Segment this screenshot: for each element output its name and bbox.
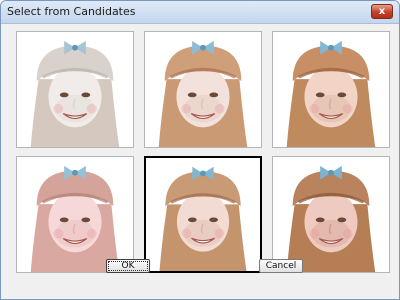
- portrait-bow-knot: [72, 169, 78, 176]
- close-icon: x: [378, 6, 386, 17]
- portrait-bow-knot: [72, 44, 78, 51]
- portrait-image: [158, 40, 248, 147]
- portrait-cheek-right: [86, 103, 97, 114]
- portrait-eye-right: [81, 92, 91, 98]
- candidate-tile-2[interactable]: [144, 31, 262, 148]
- candidate-tile-1[interactable]: [16, 31, 134, 148]
- portrait-cheek-left: [53, 103, 64, 114]
- portrait-cheek-right: [214, 228, 225, 239]
- ok-button[interactable]: OK: [106, 259, 150, 273]
- portrait-eye-right: [209, 217, 218, 223]
- portrait-cheek-left: [181, 228, 192, 239]
- candidate-tile-6[interactable]: [272, 156, 390, 273]
- portrait-bow-knot: [328, 44, 334, 51]
- portrait-eye-right: [209, 92, 219, 98]
- candidate-tile-3[interactable]: [272, 31, 390, 148]
- portrait-eye-right: [337, 92, 347, 98]
- portrait-image: [286, 40, 376, 147]
- portrait-eye-left: [315, 217, 325, 223]
- portrait-cheek-left: [53, 228, 64, 239]
- portrait-cheek-right: [86, 228, 97, 239]
- portrait-eye-right: [337, 217, 347, 223]
- candidate-tile-5[interactable]: [144, 156, 262, 273]
- portrait-eye-left: [59, 92, 69, 98]
- portrait-image: [286, 165, 376, 272]
- portrait-cheek-left: [309, 228, 320, 239]
- portrait-image: [159, 166, 247, 271]
- portrait-cheek-right: [342, 228, 353, 239]
- portrait-eye-right: [81, 217, 91, 223]
- portrait-cheek-left: [181, 103, 192, 114]
- portrait-cheek-right: [342, 103, 353, 114]
- candidate-tile-4[interactable]: [16, 156, 134, 273]
- dialog-title: Select from Candidates: [7, 5, 136, 18]
- select-candidates-dialog: Select from Candidates x OK Cancel: [0, 0, 400, 300]
- portrait-image: [30, 165, 120, 272]
- cancel-button[interactable]: Cancel: [259, 259, 303, 273]
- portrait-cheek-right: [214, 103, 225, 114]
- portrait-bow-knot: [328, 169, 334, 176]
- portrait-bow-knot: [200, 44, 206, 51]
- portrait-bow-knot: [200, 170, 206, 177]
- portrait-eye-left: [315, 92, 325, 98]
- portrait-eye-left: [187, 92, 197, 98]
- portrait-eye-left: [188, 217, 197, 223]
- portrait-eye-left: [59, 217, 69, 223]
- title-bar[interactable]: Select from Candidates x: [1, 1, 399, 24]
- close-button[interactable]: x: [371, 4, 393, 19]
- portrait-image: [30, 40, 120, 147]
- portrait-cheek-left: [309, 103, 320, 114]
